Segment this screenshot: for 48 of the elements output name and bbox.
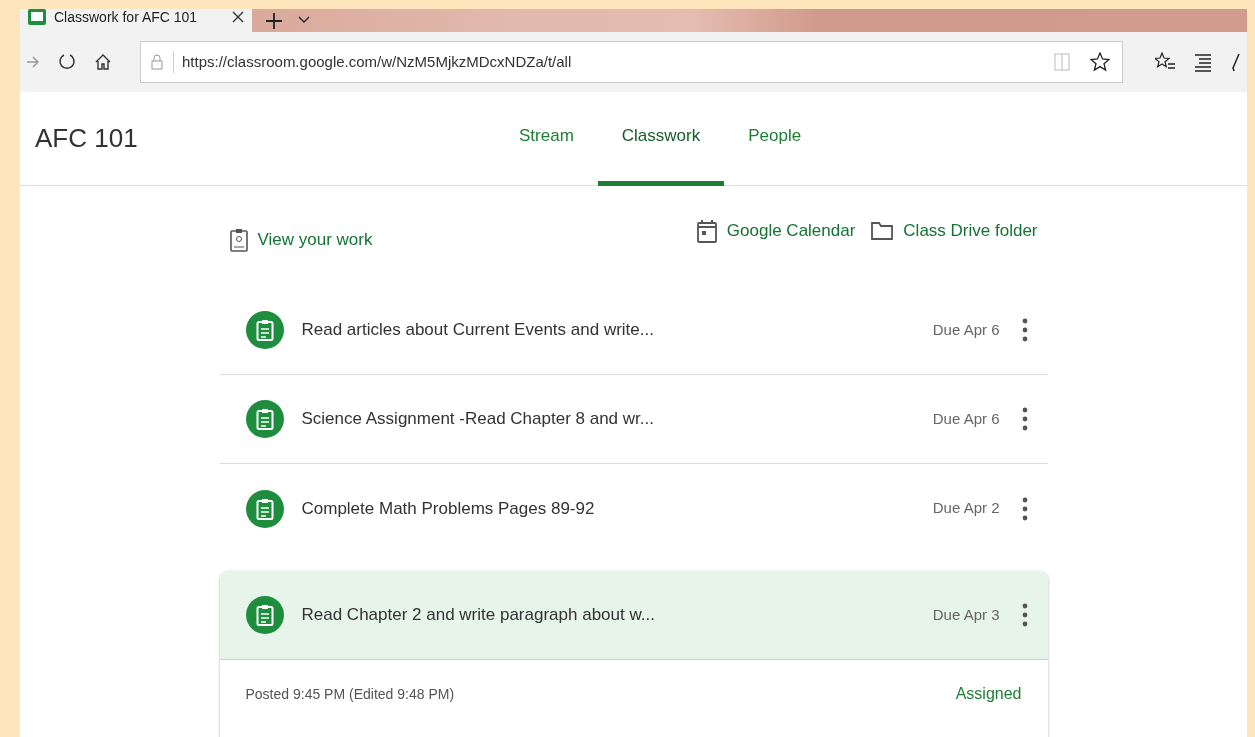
due-date: Due Apr 3 bbox=[932, 604, 1000, 625]
assignment-row[interactable]: Complete Math Problems Pages 89-92 Due Apr 2 bbox=[219, 464, 1048, 553]
class-title: AFC 101 bbox=[34, 122, 139, 155]
more-options-icon[interactable] bbox=[1021, 496, 1028, 521]
assignment-title: Complete Math Problems Pages 89-92 bbox=[301, 497, 596, 520]
assignment-status: Assigned bbox=[955, 684, 1022, 704]
more-options-icon[interactable] bbox=[1021, 603, 1028, 627]
assignment-row[interactable]: Read Chapter 2 and write paragraph about w... Due Apr 3 bbox=[219, 571, 1048, 660]
nav-tab[interactable]: Classwork bbox=[597, 91, 725, 186]
badge-icon bbox=[229, 228, 248, 252]
assignment-icon bbox=[245, 400, 284, 438]
google-calendar-link[interactable]: Google Calendar bbox=[696, 218, 856, 244]
more-options-icon[interactable] bbox=[1021, 318, 1028, 342]
calendar-icon bbox=[696, 219, 717, 243]
browser-tab[interactable]: Classwork for AFC 101 bbox=[20, 9, 252, 32]
assignment-icon bbox=[245, 489, 284, 528]
favorites-icon[interactable] bbox=[1155, 52, 1175, 72]
due-date: Due Apr 6 bbox=[932, 319, 1000, 340]
view-your-work-link[interactable]: View your work bbox=[229, 227, 373, 253]
assignment-icon bbox=[245, 596, 284, 634]
home-icon[interactable] bbox=[94, 53, 112, 71]
url-text: https://classroom.google.com/w/NzM5MjkzMDcxNDZa/t/all bbox=[173, 50, 1054, 74]
pen-icon[interactable] bbox=[1231, 52, 1241, 72]
assignment-icon bbox=[245, 311, 284, 349]
class-drive-folder-link[interactable]: Class Drive folder bbox=[871, 218, 1038, 244]
nav-tab[interactable]: Stream bbox=[495, 91, 598, 186]
close-icon[interactable] bbox=[232, 11, 244, 23]
forward-icon[interactable] bbox=[26, 54, 40, 70]
more-options-icon[interactable] bbox=[1021, 407, 1028, 431]
posted-time: Posted 9:45 PM (Edited 9:48 PM) bbox=[245, 684, 455, 704]
list-icon[interactable] bbox=[1193, 52, 1213, 72]
lock-icon bbox=[151, 54, 163, 70]
tab-title: Classwork for AFC 101 bbox=[54, 9, 199, 27]
refresh-icon[interactable] bbox=[58, 53, 76, 71]
assignment-title: Read Chapter 2 and write paragraph about w... bbox=[301, 604, 656, 627]
due-date: Due Apr 2 bbox=[932, 498, 1000, 519]
star-icon[interactable] bbox=[1090, 52, 1110, 72]
caret-icon[interactable] bbox=[298, 16, 310, 24]
new-tab-icon[interactable] bbox=[266, 13, 282, 29]
nav-tab[interactable]: People bbox=[724, 91, 826, 186]
assignment-title: Science Assignment -Read Chapter 8 and wr... bbox=[301, 408, 655, 431]
address-bar[interactable]: https://classroom.google.com/w/NzM5MjkzMDcxNDZa/t/all bbox=[140, 41, 1123, 83]
folder-icon bbox=[871, 222, 894, 240]
assignment-row[interactable]: Read articles about Current Events and write... Due Apr 6 bbox=[219, 286, 1048, 375]
due-date: Due Apr 6 bbox=[932, 408, 1000, 429]
classroom-icon bbox=[28, 9, 46, 25]
assignment-title: Read articles about Current Events and write... bbox=[301, 319, 655, 342]
assignment-row[interactable]: Science Assignment -Read Chapter 8 and wr... Due Apr 6 bbox=[219, 375, 1048, 464]
